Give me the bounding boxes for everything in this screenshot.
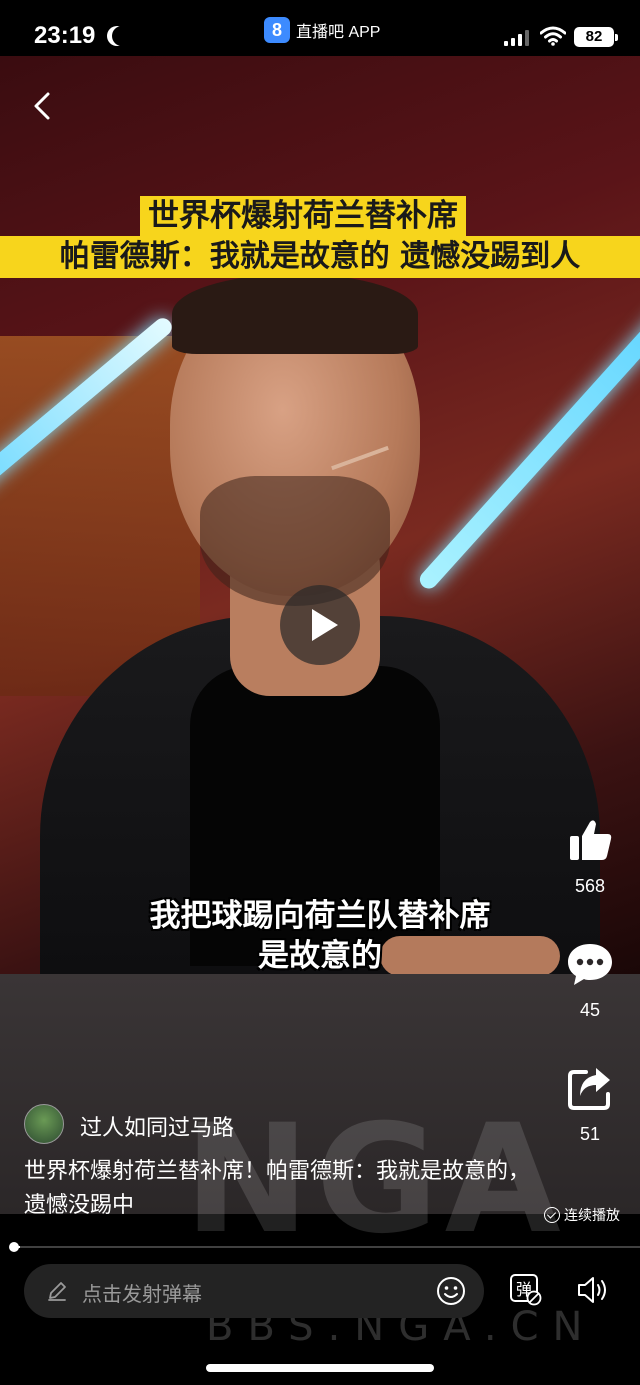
share-count: 51 <box>579 1124 601 1144</box>
app-name: 直播吧 APP <box>296 24 381 41</box>
video-person-hair <box>172 274 418 354</box>
emoji-icon[interactable] <box>436 1276 466 1306</box>
back-button[interactable] <box>26 88 62 124</box>
progress-bar[interactable] <box>14 1246 640 1248</box>
danmaku-input[interactable]: 点击发射弹幕 <box>24 1264 484 1318</box>
comment-button[interactable]: 45 <box>560 940 620 1021</box>
status-bar: 23:19 8 直播吧 APP 82 <box>0 0 640 56</box>
signal-icon <box>504 30 529 46</box>
share-button[interactable]: 51 <box>560 1064 620 1145</box>
like-button[interactable]: 568 <box>560 816 620 897</box>
video-subtitle-line-2: 是故意的 <box>258 938 382 974</box>
author-avatar[interactable] <box>24 1104 64 1144</box>
app-badge: 8 直播吧 APP <box>264 17 380 43</box>
comment-count: 45 <box>579 1000 601 1020</box>
stage-light <box>416 297 640 593</box>
battery-icon: 82 <box>574 27 618 47</box>
thumbs-up-icon <box>570 820 612 860</box>
progress-knob[interactable] <box>9 1242 19 1252</box>
moon-icon <box>112 26 132 46</box>
app-logo-icon: 8 <box>264 17 290 43</box>
danmaku-toggle-button[interactable]: 弹 <box>510 1274 542 1306</box>
wifi-icon <box>540 26 566 46</box>
check-circle-icon <box>544 1207 560 1223</box>
video-subtitle-line-1: 我把球踢向荷兰队替补席 <box>149 898 491 934</box>
danmaku-off-icon: 弹 <box>510 1274 542 1306</box>
video-subtitle: 我把球踢向荷兰队替补席 是故意的 <box>0 896 640 974</box>
autoplay-toggle[interactable]: 连续播放 <box>544 1205 620 1225</box>
video-person-beard <box>200 476 390 606</box>
volume-icon[interactable] <box>576 1274 610 1306</box>
pencil-icon <box>48 1282 66 1301</box>
share-icon <box>568 1068 610 1110</box>
post-description: 世界杯爆射荷兰替补席！帕雷德斯：我就是故意的，遗憾没踢中 <box>24 1159 531 1218</box>
video-headline-line-1: 世界杯爆射荷兰替补席 <box>140 196 466 236</box>
play-button[interactable] <box>280 585 360 665</box>
danmaku-placeholder: 点击发射弹幕 <box>82 1282 202 1306</box>
like-count: 568 <box>574 876 606 896</box>
autoplay-label: 连续播放 <box>564 1208 620 1224</box>
comment-icon <box>568 944 612 985</box>
home-indicator <box>206 1364 434 1372</box>
status-time: 23:19 <box>34 22 96 49</box>
video-player[interactable]: 世界杯爆射荷兰替补席 帕雷德斯：我就是故意的 遗憾没踢到人 我把球踢向荷兰队替补… <box>0 56 640 974</box>
video-headline-line-2: 帕雷德斯：我就是故意的 遗憾没踢到人 <box>0 236 640 278</box>
author-name[interactable]: 过人如同过马路 <box>80 1110 234 1142</box>
